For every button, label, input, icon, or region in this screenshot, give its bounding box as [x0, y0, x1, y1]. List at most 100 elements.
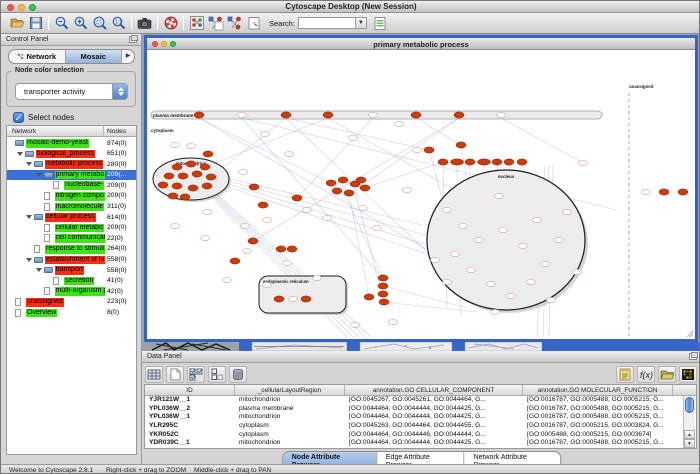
col-cellular-component[interactable]: annotation.GO CELLULAR_COMPONENT [345, 385, 523, 395]
node[interactable] [172, 183, 182, 189]
node[interactable] [389, 319, 398, 324]
node[interactable] [465, 159, 475, 165]
node[interactable] [249, 184, 259, 190]
node[interactable] [274, 296, 284, 302]
select-nodes-checkbox[interactable]: ✓ [13, 112, 24, 123]
node[interactable] [351, 322, 360, 327]
node[interactable] [678, 189, 688, 195]
tree-col-network[interactable]: Network [12, 128, 36, 135]
disclosure-triangle-icon[interactable] [17, 152, 23, 156]
node[interactable] [281, 112, 291, 118]
node[interactable] [563, 209, 572, 214]
disclosure-triangle-icon[interactable] [26, 162, 32, 166]
node[interactable] [424, 147, 434, 153]
open-file-icon[interactable] [7, 14, 26, 32]
node[interactable] [642, 189, 651, 194]
notepad-icon[interactable] [616, 366, 634, 383]
table-row[interactable]: YKR052Ccytoplasm[GO:0044464, GO:0044446,… [145, 431, 696, 440]
tabs-overflow-arrow-icon[interactable]: ▶ [121, 50, 134, 63]
attribute-grid-icon[interactable] [145, 366, 163, 383]
node[interactable] [373, 225, 382, 230]
resize-grip-icon[interactable] [687, 331, 693, 337]
node[interactable] [201, 235, 210, 240]
search-dropdown-icon[interactable]: ▼ [356, 17, 367, 29]
node[interactable] [206, 174, 216, 180]
scrollbar-thumb[interactable] [685, 397, 694, 413]
node[interactable] [283, 260, 292, 265]
node[interactable] [438, 159, 448, 165]
zoom-in-icon[interactable] [71, 14, 90, 32]
tree-row[interactable]: establishment of lo558(0) [7, 255, 136, 266]
node[interactable] [378, 275, 388, 281]
node[interactable] [301, 296, 311, 302]
zoom-fit-icon[interactable]: 1:1 [109, 14, 128, 32]
node[interactable] [475, 237, 484, 242]
search-input[interactable] [298, 17, 356, 29]
node[interactable] [411, 112, 421, 118]
tree-row[interactable]: nucleobase-209(0) [7, 180, 136, 191]
network-window-titlebar[interactable]: primary metabolic process [147, 38, 695, 50]
col-molecular-function[interactable]: annotation.GO MOLECULAR_FUNCTION [523, 385, 673, 395]
node[interactable] [261, 131, 270, 136]
node[interactable] [451, 159, 464, 165]
node[interactable] [332, 188, 342, 194]
node[interactable] [289, 296, 298, 301]
attribute-matrix-icon[interactable] [679, 366, 697, 383]
col-id[interactable]: ID [145, 385, 235, 395]
help-lifering-icon[interactable] [161, 14, 180, 32]
tab-mosaic[interactable]: Mosaic [65, 50, 122, 63]
node[interactable] [451, 251, 460, 256]
background-windows[interactable] [144, 342, 699, 351]
node[interactable] [504, 159, 514, 165]
node[interactable] [467, 267, 476, 272]
snapshot-camera-icon[interactable] [135, 14, 154, 32]
float-panel-icon[interactable] [129, 36, 137, 43]
node[interactable] [230, 258, 240, 264]
node[interactable] [263, 217, 272, 222]
node[interactable] [171, 223, 180, 228]
tree-row[interactable]: cellular process614(0) [7, 212, 136, 223]
tree-row[interactable]: multi-organism pro42(0) [7, 286, 136, 297]
node[interactable] [323, 215, 332, 220]
node[interactable] [276, 246, 286, 252]
node[interactable] [188, 185, 198, 191]
node[interactable] [541, 261, 550, 266]
tree-row[interactable]: biological_process651(0) [7, 149, 136, 160]
node[interactable] [238, 112, 247, 117]
tree-row[interactable]: response to stimulu264(0) [7, 244, 136, 255]
col-region[interactable]: _cellularLayoutRegion [235, 385, 345, 395]
node[interactable] [349, 135, 358, 140]
node[interactable] [171, 142, 180, 147]
tree-row[interactable]: macromolecule311(0) [7, 202, 136, 213]
node[interactable] [223, 277, 232, 282]
node[interactable] [499, 227, 508, 232]
node[interactable] [172, 164, 182, 170]
attribute-browser-icon[interactable] [371, 14, 390, 32]
table-row[interactable]: YLR295Ccytoplasm[GO:0045263, GO:0044464,… [145, 422, 696, 431]
float-panel-icon[interactable] [689, 353, 697, 360]
tree-row[interactable]: primary metabo209(... [7, 170, 136, 181]
zoom-selected-icon[interactable] [90, 14, 109, 32]
node[interactable] [323, 112, 333, 118]
node[interactable] [369, 112, 378, 117]
delete-attribute-icon[interactable] [229, 366, 247, 383]
node[interactable] [203, 151, 213, 157]
node[interactable] [344, 190, 354, 196]
node[interactable] [497, 112, 506, 117]
node[interactable] [487, 281, 496, 286]
tab-network[interactable]: Network [9, 50, 65, 63]
node[interactable] [194, 112, 204, 118]
disclosure-triangle-icon[interactable] [26, 215, 32, 219]
tree-row[interactable]: Overview8(0) [7, 308, 136, 319]
node[interactable] [478, 159, 491, 165]
node-color-dropdown[interactable]: transporter activity [15, 83, 128, 100]
node[interactable] [243, 248, 252, 253]
node[interactable] [263, 282, 272, 287]
save-session-icon[interactable] [26, 14, 45, 32]
network-overview-icon[interactable] [187, 14, 206, 32]
tree-row[interactable]: secretion41(0) [7, 276, 136, 287]
disclosure-triangle-icon[interactable] [36, 268, 42, 272]
node[interactable] [303, 207, 312, 212]
node[interactable] [180, 194, 190, 200]
node[interactable] [378, 291, 388, 297]
